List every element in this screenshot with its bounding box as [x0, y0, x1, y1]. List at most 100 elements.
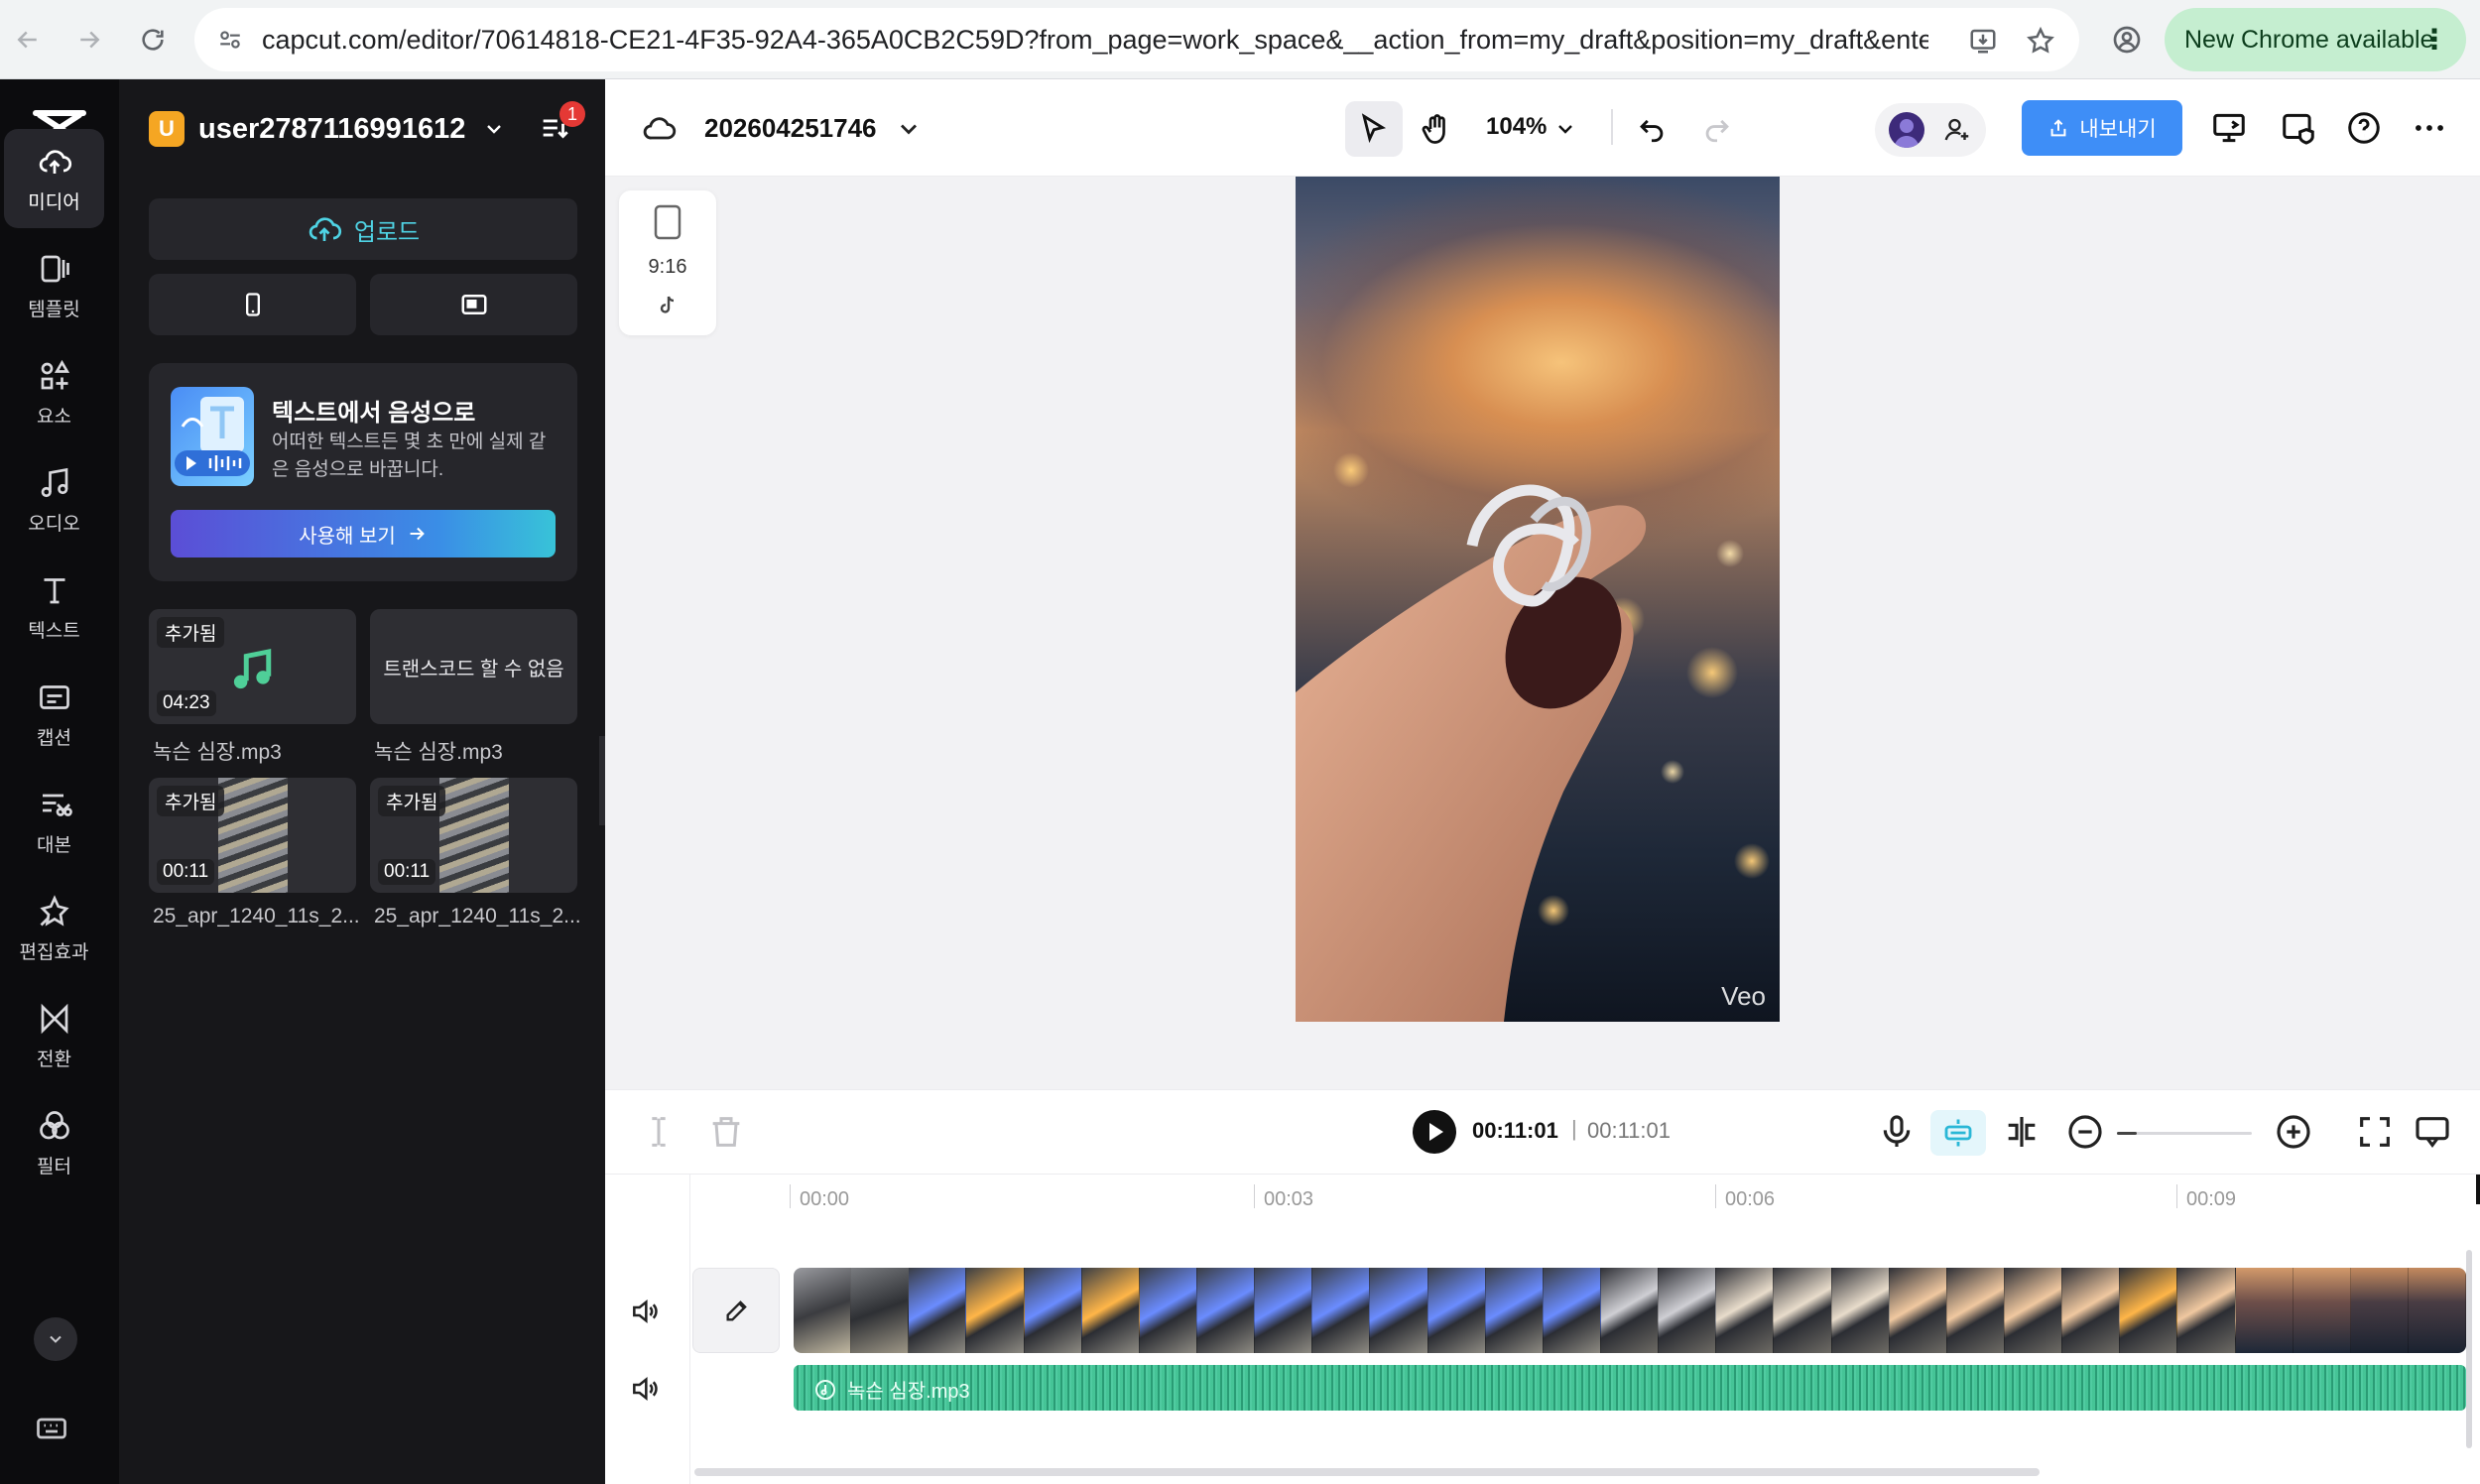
clip-frame: [1370, 1268, 1428, 1353]
timeline-zoom-slider[interactable]: [2117, 1132, 2252, 1135]
rail-item-text[interactable]: 텍스트: [4, 557, 104, 657]
media-name: 녹슨 심장.mp3: [153, 741, 282, 764]
upload-label: 업로드: [353, 218, 421, 246]
portrait-ratio-icon: [654, 204, 682, 240]
notification-badge: 1: [559, 101, 585, 127]
rail-item-template[interactable]: 템플릿: [4, 236, 104, 335]
time-separator: |: [1571, 1116, 1577, 1141]
ruler-tick: [2176, 1184, 2177, 1208]
present-screen-icon[interactable]: [2210, 109, 2248, 147]
clip-frame: [2235, 1268, 2294, 1353]
playhead[interactable]: [2476, 1175, 2480, 1204]
rail-item-media[interactable]: 미디어: [4, 129, 104, 228]
audio-clip[interactable]: 녹슨 심장.mp3: [794, 1365, 2466, 1411]
export-button[interactable]: 내보내기: [2022, 100, 2182, 156]
ruler-tick: [1715, 1184, 1716, 1208]
clip-frame: [2293, 1268, 2351, 1353]
added-tag: 추가됨: [157, 786, 225, 816]
upload-button[interactable]: 업로드: [149, 198, 577, 260]
zoom-in-icon[interactable]: [2274, 1112, 2313, 1152]
export-upload-icon: [2050, 119, 2066, 137]
media-item-video[interactable]: 추가됨 00:11: [149, 778, 356, 893]
clip-frame: [794, 1268, 852, 1353]
clip-frame: [1081, 1268, 1140, 1353]
mobile-upload-button[interactable]: [149, 274, 356, 335]
mute-audio-icon[interactable]: [629, 1373, 661, 1405]
rail-more-button[interactable]: [34, 1317, 77, 1361]
edit-cover-button[interactable]: [692, 1268, 780, 1353]
clip-frame: [1196, 1268, 1256, 1353]
added-tag: 추가됨: [157, 617, 225, 648]
play-icon: [1429, 1123, 1443, 1141]
rail-item-elements[interactable]: 요소: [4, 343, 104, 442]
vertical-scrollbar[interactable]: [2466, 1250, 2472, 1448]
rail-item-captions[interactable]: 캡션: [4, 665, 104, 764]
address-bar[interactable]: capcut.com/editor/70614818-CE21-4F35-92A…: [194, 8, 2079, 71]
back-arrow-icon[interactable]: [8, 20, 48, 60]
fullscreen-icon[interactable]: [2355, 1112, 2395, 1152]
rail-item-effects[interactable]: 편집효과: [4, 879, 104, 978]
media-item-audio[interactable]: 추가됨 04:23: [149, 609, 356, 724]
rail-item-label: 전환: [37, 1049, 71, 1070]
aspect-ratio-button[interactable]: 9:16: [619, 190, 716, 335]
rail-item-script[interactable]: 대본: [4, 772, 104, 871]
microphone-icon[interactable]: [1877, 1112, 1917, 1152]
keyboard-shortcuts-icon[interactable]: [34, 1411, 73, 1450]
track-gutter: [605, 1175, 690, 1484]
clip-frame: [1889, 1268, 1947, 1353]
reload-icon[interactable]: [133, 20, 173, 60]
rail-item-transition[interactable]: 전환: [4, 986, 104, 1085]
audio-clip-name: 녹슨 심장.mp3: [847, 1381, 970, 1403]
workspace-switcher[interactable]: U user2787116991612'...: [149, 109, 506, 149]
delete-trash-icon[interactable]: [706, 1112, 746, 1152]
media-item-video[interactable]: 추가됨 00:11: [370, 778, 577, 893]
record-screen-button[interactable]: [370, 274, 577, 335]
media-item-error[interactable]: 트랜스코드 할 수 없음: [370, 609, 577, 724]
comment-icon[interactable]: [2413, 1112, 2452, 1152]
current-time: 00:11:01: [1472, 1118, 1558, 1143]
install-app-icon[interactable]: [1966, 24, 2000, 58]
bookmark-star-icon[interactable]: [2024, 24, 2057, 58]
split-center-icon[interactable]: [2002, 1112, 2042, 1152]
url-text[interactable]: capcut.com/editor/70614818-CE21-4F35-92A…: [262, 8, 1928, 71]
help-icon[interactable]: [2345, 109, 2383, 147]
mute-video-icon[interactable]: [629, 1296, 661, 1327]
chevron-down-icon[interactable]: [1553, 117, 1577, 141]
zoom-level[interactable]: 104%: [1486, 113, 1547, 141]
clip-frame: [966, 1268, 1025, 1353]
toolbar-divider: [1611, 109, 1613, 145]
clip-frame: [2120, 1268, 2178, 1353]
try-it-button[interactable]: 사용해 보기: [171, 510, 556, 557]
redo-icon[interactable]: [1700, 111, 1734, 145]
project-name[interactable]: 202604251746: [704, 113, 877, 144]
hand-tool-icon[interactable]: [1419, 111, 1454, 147]
rail-item-filter[interactable]: 필터: [4, 1093, 104, 1192]
undo-icon[interactable]: [1635, 111, 1669, 145]
veo-watermark: Veo: [1721, 981, 1766, 1011]
forward-arrow-icon[interactable]: [69, 20, 109, 60]
rail-item-label: 미디어: [28, 191, 80, 213]
more-horizontal-icon[interactable]: [2411, 109, 2448, 147]
site-settings-icon[interactable]: [214, 24, 246, 56]
play-button[interactable]: [1413, 1110, 1456, 1154]
shield-check-icon[interactable]: [2280, 109, 2317, 147]
chrome-profile-icon[interactable]: [2107, 20, 2147, 60]
split-tool-icon[interactable]: [639, 1112, 679, 1152]
clip-frame: [851, 1268, 910, 1353]
zoom-out-icon[interactable]: [2065, 1112, 2105, 1152]
auto-snap-button[interactable]: [1930, 1110, 1986, 1156]
collaborators[interactable]: [1875, 103, 1986, 157]
chrome-update-button[interactable]: New Chrome available ⋮: [2165, 8, 2466, 71]
video-preview[interactable]: Veo: [1296, 177, 1780, 1022]
ruler-tick: [790, 1184, 791, 1208]
rail-item-audio[interactable]: 오디오: [4, 450, 104, 550]
notifications-button[interactable]: 1: [538, 101, 585, 151]
cloud-saved-icon[interactable]: [641, 111, 677, 147]
cloud-upload-icon: [309, 217, 341, 241]
phone-icon: [245, 293, 260, 316]
horizontal-scrollbar[interactable]: [694, 1468, 2040, 1476]
select-tool-button[interactable]: [1345, 101, 1403, 157]
video-clip[interactable]: [794, 1268, 2466, 1353]
more-vertical-icon[interactable]: ⋮: [2420, 26, 2448, 54]
chevron-down-icon[interactable]: [895, 115, 923, 143]
